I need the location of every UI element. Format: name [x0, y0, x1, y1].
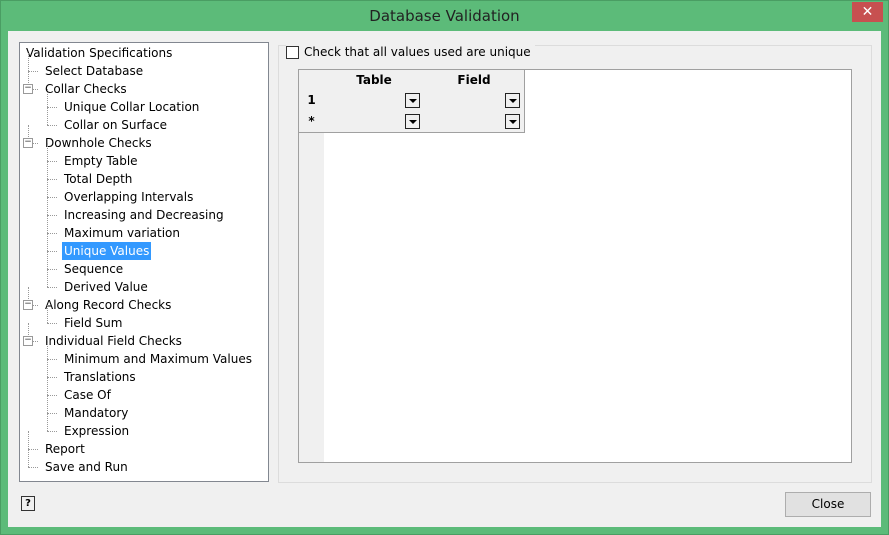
tree-item[interactable]: Report — [45, 440, 85, 458]
tree-connector — [28, 53, 29, 71]
collapse-icon[interactable]: − — [23, 300, 33, 310]
tree-connector — [47, 161, 57, 162]
validation-tree[interactable]: Validation Specifications Select Database… — [19, 42, 269, 482]
dialog-body: Validation Specifications Select Database… — [8, 31, 881, 527]
tree-connector — [47, 431, 57, 432]
row-header[interactable]: 1 — [299, 90, 325, 112]
tree-item[interactable]: Expression — [64, 422, 129, 440]
tree-item[interactable]: Downhole Checks — [45, 134, 152, 152]
tree-item[interactable]: Along Record Checks — [45, 296, 171, 314]
table-dropdown-icon[interactable] — [405, 93, 420, 108]
window-close-button[interactable]: ✕ — [852, 2, 883, 22]
tree-connector — [28, 71, 38, 72]
tree-item[interactable]: Save and Run — [45, 458, 128, 476]
tree-item[interactable]: Overlapping Intervals — [64, 188, 193, 206]
unique-check[interactable]: Check that all values used are unique — [286, 45, 535, 59]
tree-connector — [47, 89, 48, 107]
unique-checkbox[interactable] — [286, 45, 299, 59]
tree-item[interactable]: Mandatory — [64, 404, 128, 422]
tree-item[interactable]: Collar Checks — [45, 80, 127, 98]
tree-item[interactable]: Minimum and Maximum Values — [64, 350, 252, 368]
tree-item[interactable]: Validation Specifications — [26, 44, 172, 62]
tree-item[interactable]: Case Of — [64, 386, 111, 404]
tree-connector — [47, 269, 57, 270]
tree-connector — [47, 215, 57, 216]
tree-item[interactable]: Unique Values — [62, 242, 152, 260]
tree-connector — [47, 323, 57, 324]
tree-connector — [47, 359, 48, 377]
table-field-grid[interactable]: Table Field 1 * — [298, 69, 852, 463]
field-dropdown-icon[interactable] — [505, 93, 520, 108]
tree-connector — [47, 251, 48, 269]
column-header-table[interactable]: Table — [324, 70, 425, 91]
tree-connector — [47, 107, 48, 125]
tree-connector — [28, 449, 29, 467]
tree-item[interactable]: Empty Table — [64, 152, 138, 170]
tree-connector — [47, 197, 48, 215]
tree-item[interactable]: Collar on Surface — [64, 116, 167, 134]
help-icon[interactable]: ? — [21, 496, 35, 511]
tree-item[interactable]: Translations — [64, 368, 136, 386]
tree-connector — [28, 467, 38, 468]
collapse-icon[interactable]: − — [23, 138, 33, 148]
dialog-window: Database Validation ✕ Validation Specifi… — [0, 0, 889, 535]
tree-item[interactable]: Individual Field Checks — [45, 332, 182, 350]
field-dropdown-icon[interactable] — [505, 114, 520, 129]
tree-item[interactable]: Select Database — [45, 62, 143, 80]
row-header[interactable]: * — [299, 111, 325, 133]
tree-item[interactable]: Total Depth — [64, 170, 132, 188]
tree-connector — [47, 287, 57, 288]
tree-item[interactable]: Maximum variation — [64, 224, 180, 242]
tree-item[interactable]: Derived Value — [64, 278, 148, 296]
tree-connector — [47, 251, 57, 252]
tree-connector — [28, 449, 38, 450]
tree-connector — [47, 413, 57, 414]
tree-connector — [47, 179, 48, 197]
tree-connector — [47, 341, 48, 359]
tree-connector — [47, 215, 48, 233]
window-title: Database Validation — [369, 7, 520, 25]
tree-item[interactable]: Unique Collar Location — [64, 98, 199, 116]
tree-connector — [47, 107, 57, 108]
tree-connector — [28, 431, 29, 449]
tree-connector — [47, 359, 57, 360]
tree-connector — [47, 395, 57, 396]
tree-connector — [47, 305, 48, 323]
tree-connector — [47, 179, 57, 180]
tree-connector — [47, 233, 57, 234]
tree-item[interactable]: Sequence — [64, 260, 123, 278]
tree-connector — [47, 377, 57, 378]
tree-connector — [47, 395, 48, 413]
tree-item[interactable]: Field Sum — [64, 314, 122, 332]
tree-connector — [47, 269, 48, 287]
tree-connector — [47, 377, 48, 395]
collapse-icon[interactable]: − — [23, 336, 33, 346]
tree-connector — [47, 413, 48, 431]
tree-connector — [47, 197, 57, 198]
table-dropdown-icon[interactable] — [405, 114, 420, 129]
tree-item[interactable]: Increasing and Decreasing — [64, 206, 224, 224]
collapse-icon[interactable]: − — [23, 84, 33, 94]
tree-connector — [47, 143, 48, 161]
unique-check-label: Check that all values used are unique — [304, 45, 531, 59]
close-button[interactable]: Close — [785, 492, 871, 517]
tree-connector — [47, 161, 48, 179]
column-header-field[interactable]: Field — [424, 70, 525, 91]
grid-corner — [299, 70, 325, 91]
tree-connector — [47, 233, 48, 251]
tree-connector — [47, 125, 57, 126]
